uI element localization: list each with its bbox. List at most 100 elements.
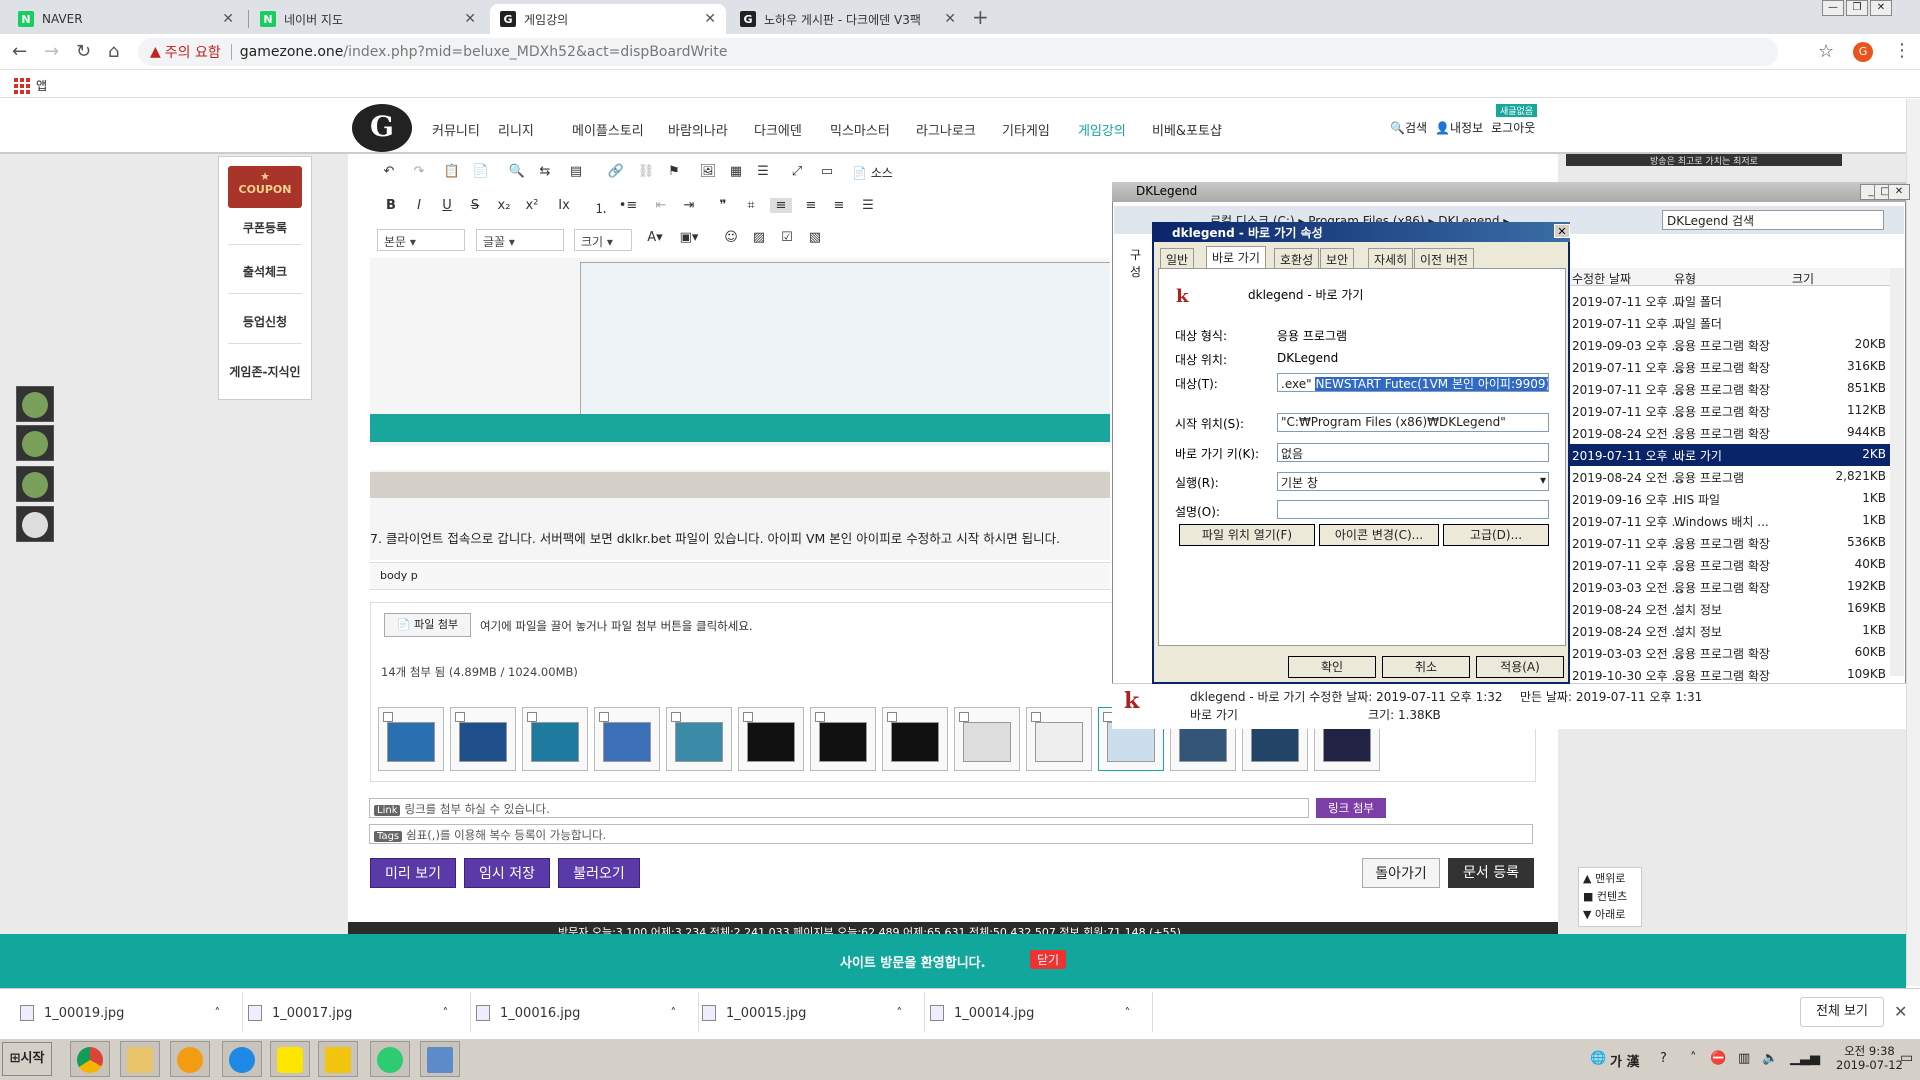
preview-icon[interactable]: ▭ <box>816 164 838 179</box>
nav-1[interactable]: 커뮤니티 <box>432 120 480 139</box>
explorer-column-header[interactable]: 수정한 날짜 유형 크기 <box>1568 268 1890 286</box>
start-in-field[interactable]: "C:₩Program Files (x86)₩DKLegend" <box>1277 413 1549 432</box>
attachment-thumbnail[interactable] <box>738 707 804 771</box>
close-icon[interactable]: ✕ <box>944 11 956 27</box>
back-icon[interactable]: ← <box>12 41 27 62</box>
profile-avatar[interactable]: G <box>1853 42 1873 62</box>
wrench-icon[interactable] <box>16 425 54 461</box>
network-tray-icon[interactable]: ▥ <box>1738 1051 1750 1066</box>
comment-field[interactable] <box>1277 500 1549 519</box>
scroll-top-link[interactable]: ▲ 맨위로 <box>1583 870 1637 888</box>
align-center-icon[interactable]: ≡ <box>800 198 822 213</box>
file-row[interactable]: 2019-07-11 오후 ... 바로 가기 2KB <box>1568 444 1890 466</box>
levelup-link[interactable]: 등업신청 <box>218 313 312 330</box>
load-button[interactable]: 불러오기 <box>558 858 640 888</box>
image-icon[interactable]: 🖼 <box>697 164 719 179</box>
explorer-nav-pane[interactable]: 구성 <box>1114 236 1152 676</box>
chevron-up-icon[interactable]: ˄ <box>896 1006 902 1020</box>
nav-6[interactable]: 믹스마스터 <box>830 120 890 139</box>
download-item[interactable]: 1_00017.jpg ˄ <box>248 1002 448 1024</box>
close-icon[interactable]: ✕ <box>464 11 476 27</box>
link-attach-button[interactable]: 링크 첨부 <box>1316 798 1386 818</box>
file-row[interactable]: 2019-07-11 오후 ... Windows 배치 ... 1KB <box>1568 510 1890 532</box>
source-button[interactable]: 📄 소스 <box>852 164 893 181</box>
file-row[interactable]: 2019-08-24 오전 ... 설치 정보 1KB <box>1568 620 1890 642</box>
file-row[interactable]: 2019-03-03 오전 ... 응용 프로그램 확장 60KB <box>1568 642 1890 664</box>
attachment-thumbnail[interactable] <box>954 707 1020 771</box>
language-icon[interactable]: 🌐 <box>1590 1051 1606 1066</box>
run-select[interactable]: 기본 창 ▾ <box>1277 472 1549 491</box>
file-row[interactable]: 2019-08-24 오전 ... 응용 프로그램 2,821KB <box>1568 466 1890 488</box>
hand-icon[interactable] <box>16 506 54 542</box>
download-item[interactable]: 1_00019.jpg ˄ <box>20 1002 220 1024</box>
explorer-search-input[interactable]: DKLegend 검색 <box>1662 210 1884 230</box>
attachment-thumbnail[interactable] <box>450 707 516 771</box>
attachment-thumbnail[interactable] <box>594 707 660 771</box>
ie-icon[interactable] <box>222 1041 262 1077</box>
chevron-up-icon[interactable]: ˄ <box>214 1006 220 1020</box>
file-row[interactable]: 2019-07-11 오후 ... 파일 폴더 <box>1568 312 1890 334</box>
blockquote-icon[interactable]: ❞ <box>712 198 734 213</box>
outdent-icon[interactable]: ⇤ <box>650 198 672 213</box>
back-button[interactable]: 돌아가기 <box>1362 858 1440 888</box>
attachment-thumbnail[interactable] <box>810 707 876 771</box>
address-bar[interactable]: ▲ 주의 요함 gamezone.one/index.php?mid=belux… <box>138 38 1778 66</box>
close-window-icon[interactable]: ✕ <box>1870 0 1892 16</box>
remote-desktop-icon[interactable] <box>420 1041 460 1077</box>
file-row[interactable]: 2019-07-11 오후 ... 응용 프로그램 확장 851KB <box>1568 378 1890 400</box>
bookmark-star-icon[interactable]: ☆ <box>1818 41 1834 62</box>
media-player-icon[interactable] <box>170 1041 210 1077</box>
cancel-button[interactable]: 취소 <box>1382 656 1470 678</box>
attachment-thumbnail[interactable] <box>522 707 588 771</box>
format-dropdown[interactable]: 본문 ▾ <box>377 229 465 251</box>
unlink-icon[interactable]: ⛓ <box>635 164 657 179</box>
attachment-thumbnail[interactable] <box>378 707 444 771</box>
replace-icon[interactable]: ⇆ <box>534 164 556 179</box>
size-dropdown[interactable]: 크기 ▾ <box>574 229 632 251</box>
indent-icon[interactable]: ⇥ <box>678 198 700 213</box>
find-icon[interactable]: 🔍 <box>506 164 528 179</box>
new-tab-icon[interactable]: + <box>972 5 989 29</box>
clear-format-icon[interactable]: Ix <box>553 198 575 213</box>
ad-banner[interactable]: 방송은 최고로 가치는 최저로 <box>1566 154 1842 167</box>
file-row[interactable]: 2019-09-03 오후 ... 응용 프로그램 확장 20KB <box>1568 334 1890 356</box>
paste-text-icon[interactable]: 📄 <box>470 164 492 179</box>
subscript-icon[interactable]: x₂ <box>493 198 515 213</box>
nav-8[interactable]: 기타게임 <box>1002 120 1050 139</box>
welcome-close-button[interactable]: 닫기 <box>1030 950 1067 969</box>
strikethrough-icon[interactable]: S <box>464 198 486 213</box>
chevron-up-icon[interactable]: ˄ <box>1124 1006 1130 1020</box>
nav-3[interactable]: 메이플스토리 <box>572 120 644 139</box>
emoji-icon[interactable]: ☺ <box>720 230 742 245</box>
open-file-location-button[interactable]: 파일 위치 열기(F) <box>1179 524 1315 546</box>
file-row[interactable]: 2019-03-03 오전 ... 응용 프로그램 확장 192KB <box>1568 576 1890 598</box>
attachment-thumbnail[interactable] <box>1026 707 1092 771</box>
nav-7[interactable]: 라그나로크 <box>916 120 976 139</box>
coupon-banner[interactable]: ★ COUPON <box>228 166 302 208</box>
preview-button[interactable]: 미리 보기 <box>370 858 456 888</box>
align-left-icon[interactable]: ≡ <box>770 198 792 213</box>
home-icon[interactable]: ⌂ <box>108 41 119 62</box>
dialog-tab-4[interactable]: 보안 <box>1320 248 1355 268</box>
file-row[interactable]: 2019-07-11 오후 ... 응용 프로그램 확장 40KB <box>1568 554 1890 576</box>
link-icon[interactable]: 🔗 <box>605 164 627 179</box>
dialog-tab-6[interactable]: 이전 버전 <box>1414 248 1474 268</box>
paste-icon[interactable]: 📋 <box>441 164 463 179</box>
change-icon-button[interactable]: 아이콘 변경(C)... <box>1319 524 1439 546</box>
editor-paragraph[interactable]: 7. 클라이언트 접속으로 갑니다. 서버팩에 보면 dklkr.bet 파일이… <box>370 528 1060 547</box>
clipboard-icon[interactable] <box>16 466 54 502</box>
attach-file-button[interactable]: 📄 파일 첨부 <box>384 613 471 637</box>
close-icon[interactable]: ✕ <box>1888 184 1910 200</box>
nav-10[interactable]: 비베&포토샵 <box>1152 120 1222 139</box>
tab-naver-map[interactable]: N 네이버 지도 ✕ <box>250 4 486 34</box>
dialog-tab-1[interactable]: 일반 <box>1160 248 1195 268</box>
redo-icon[interactable]: ↷ <box>408 164 430 179</box>
myinfo-link[interactable]: 👤내정보 <box>1435 119 1483 136</box>
link-input[interactable]: Link 링크를 첨부 하실 수 있습니다. <box>369 798 1309 818</box>
anchor-flag-icon[interactable]: ⚑ <box>663 164 685 179</box>
select-all-icon[interactable]: ▤ <box>565 164 587 179</box>
div-icon[interactable]: ⌗ <box>740 198 762 213</box>
close-icon[interactable]: ✕ <box>704 11 716 27</box>
media-icon[interactable]: ▨ <box>748 230 770 245</box>
coupon-register-link[interactable]: 쿠폰등록 <box>218 219 312 236</box>
